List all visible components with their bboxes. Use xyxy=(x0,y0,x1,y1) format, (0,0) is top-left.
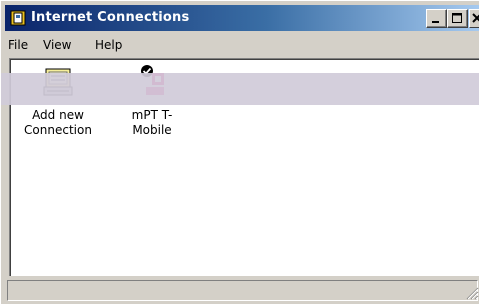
maximize-icon xyxy=(452,13,462,23)
internet-connections-window: Internet Connections File View Help Add … xyxy=(0,0,479,304)
mpt-t-mobile-label: mPT T-Mobile xyxy=(131,108,173,137)
resize-grip-icon[interactable] xyxy=(466,287,479,300)
close-button[interactable] xyxy=(469,9,479,28)
title-bar[interactable]: Internet Connections xyxy=(5,5,479,31)
add-new-connection-label: Add new Connection xyxy=(24,108,92,137)
maximize-button[interactable] xyxy=(447,9,468,28)
menu-view[interactable]: View xyxy=(43,37,71,53)
status-bar xyxy=(5,280,479,301)
minimize-button[interactable] xyxy=(426,9,447,28)
render-artifact-band xyxy=(1,73,479,105)
app-icon xyxy=(10,10,26,26)
menu-bar: File View Help xyxy=(5,35,479,55)
menu-help[interactable]: Help xyxy=(95,37,122,53)
close-icon xyxy=(472,13,479,23)
minimize-icon xyxy=(432,21,439,23)
window-title: Internet Connections xyxy=(31,10,190,25)
menu-file[interactable]: File xyxy=(8,37,28,53)
status-panel xyxy=(7,280,478,301)
